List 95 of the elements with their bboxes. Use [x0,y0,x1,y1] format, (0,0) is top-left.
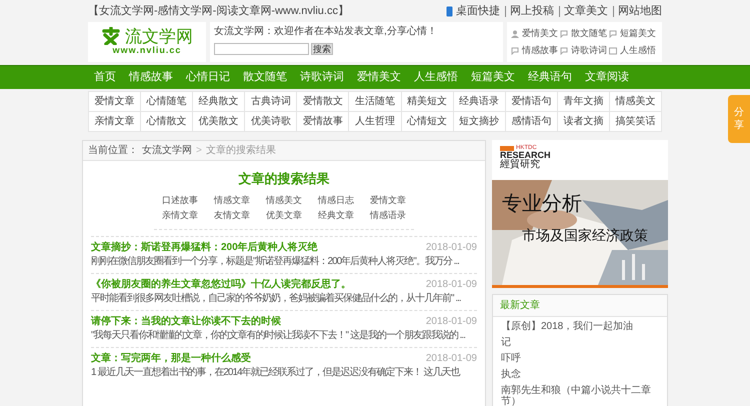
category-link[interactable]: 优美诗歌 [245,112,298,132]
category-link[interactable]: 古典诗词 [245,92,298,112]
quick-link[interactable]: 情感故事 [522,46,558,55]
quick-link[interactable]: 诗歌诗词 [571,46,607,55]
category-link[interactable]: 优美散文 [193,112,246,132]
result-category[interactable]: 亲情文章 [154,208,206,220]
result-category[interactable]: 口述故事 [154,194,206,206]
breadcrumb-label: 当前位置： [88,144,138,158]
logo-name: 流文学网 [125,28,193,45]
category-link[interactable]: 爱情散文 [297,92,350,112]
category-link[interactable]: 短文摘抄 [454,112,506,132]
article-title[interactable]: 请停下来：当我的文章让你读不下去的时候 [91,316,281,326]
latest-article-link[interactable]: 南郭先生和狼（中篇小说共十二章节） [501,385,659,406]
quick-link[interactable]: 短篇美文 [620,29,656,38]
site-logo[interactable]: 流文学网 www.nvliu.cc [88,22,206,62]
category-link[interactable]: 经典语录 [454,92,506,112]
nav-link[interactable]: 心情日记 [186,69,230,86]
nav-link[interactable]: 人生感悟 [414,69,458,86]
latest-article-link[interactable]: 【原创】2018，我们一起加油 [501,321,659,332]
nav-link[interactable]: 诗歌诗词 [300,69,344,86]
ad-brand-subtitle: 經貿研究 [500,160,541,170]
category-link[interactable]: 青年文摘 [558,92,610,112]
article-date: 2018-01-09 [426,354,477,364]
logo-mark-icon [101,27,121,46]
breadcrumb-home[interactable]: 女流文学网 [142,143,192,158]
category-link[interactable]: 精美短文 [402,92,454,112]
ad-subline: 市场及国家经济政策 [522,228,649,242]
category-link[interactable]: 亲情文章 [89,112,142,132]
nav-link[interactable]: 爱情美文 [357,69,401,86]
result-category[interactable]: 友情文章 [206,208,258,220]
category-link[interactable]: 感情语句 [506,112,558,132]
result-category[interactable]: 优美文章 [258,208,310,220]
article-date: 2018-01-09 [426,280,477,290]
brand-mark-icon [500,146,514,150]
quick-link[interactable]: 人生感悟 [620,46,656,55]
latest-title: 最新文章 [500,298,540,313]
result-category[interactable]: 情感日志 [310,194,362,206]
article-excerpt: 1 最近几天一直想着出书的事，在2014年就已经联系过了，但是迟迟没有确定下来！ 这几天也 [91,366,461,378]
category-link[interactable]: 读者文摘 [558,112,610,132]
result-category[interactable]: 情感语录 [362,208,414,220]
article-title[interactable]: 文章：写完两年，那是一种什么感受 [91,354,251,364]
ad-brand-title: RESEARCH [500,151,552,160]
nav-link[interactable]: 首页 [94,69,116,86]
top-link[interactable]: 网站地图 [613,6,662,16]
nav-link[interactable]: 文章阅读 [585,69,629,86]
nav-link[interactable]: 短篇美文 [471,69,515,86]
category-link[interactable]: 爱情文章 [89,92,142,112]
article-excerpt: 刚刚在微信朋友圈看到一个分享，标题是"斯诺登再爆猛料：200年后黄种人将灭绝"。我万分 ... [91,256,460,266]
category-link[interactable]: 搞笑笑话 [610,112,662,132]
quick-link[interactable]: 散文随笔 [571,29,607,38]
chat-icon [560,46,568,54]
category-link[interactable]: 心情短文 [402,112,454,132]
welcome-text: 女流文学网：欢迎作者在本站发表文章,分享心情！ [214,27,438,37]
breadcrumb-current: 文章的搜索结果 [206,144,276,158]
chat-icon [609,30,617,38]
category-link[interactable]: 心情随笔 [141,92,194,112]
article-excerpt: 平时能看到很多网友吐槽说，自己家的爷爷奶奶，爸妈被骗着买保健品什么的，从十几年前" ... [91,292,462,304]
result-category[interactable]: 情感文章 [206,194,258,206]
article-excerpt: "我每天只看你和懂懂的文章，你的文章有的时候让我读不下去！" 这是我的一个朋友跟我说的 ... [91,330,466,340]
category-link[interactable]: 情感美文 [610,92,662,112]
top-link[interactable]: 文章美文 [559,6,608,16]
latest-article-link[interactable]: 吓呼 [501,353,659,364]
breadcrumb-separator: > [196,144,202,158]
latest-article-link[interactable]: 记 [501,337,659,348]
article-title[interactable]: 《你被朋友圈的养生文章忽悠过吗》十亿人读完都反思了。 [91,280,351,290]
nav-link[interactable]: 经典语句 [528,69,572,86]
quick-link[interactable]: 爱情美文 [522,29,558,38]
category-link[interactable]: 人生哲理 [349,112,402,132]
article-title[interactable]: 文章摘抄：斯诺登再爆猛料：200年后黄种人将灭绝 [91,242,318,252]
article-date: 2018-01-09 [426,316,477,326]
search-button[interactable]: 搜索 [311,43,333,55]
chat-icon [560,30,568,38]
nav-link[interactable]: 情感故事 [129,69,173,86]
result-category[interactable]: 经典文章 [310,208,362,220]
results-title: 文章的搜索结果 [238,170,330,188]
search-field[interactable] [214,43,309,55]
category-link[interactable]: 爱情故事 [297,112,350,132]
chat-icon [511,46,519,54]
result-category[interactable]: 爱情文章 [362,194,414,206]
document-icon [609,46,617,54]
person-icon [511,30,519,38]
ad-headline: 专业分析 [502,194,583,214]
category-link[interactable]: 爱情语句 [506,92,558,112]
category-link[interactable]: 心情散文 [141,112,194,132]
top-link[interactable]: 网上投稿 [505,6,554,16]
latest-article-link[interactable]: 执念 [501,369,659,380]
top-link[interactable]: 桌面快捷 [456,6,500,16]
phone-icon [446,6,453,16]
result-category[interactable]: 情感美文 [258,194,310,206]
logo-url: www.nvliu.cc [112,45,182,57]
site-slogan: 【女流文学网-感情文学网-阅读文章网-www.nvliu.cc】 [88,4,349,19]
article-date: 2018-01-09 [426,242,477,252]
category-link[interactable]: 生活随笔 [349,92,402,112]
category-link[interactable]: 经典散文 [193,92,246,112]
nav-link[interactable]: 散文随笔 [243,69,287,86]
